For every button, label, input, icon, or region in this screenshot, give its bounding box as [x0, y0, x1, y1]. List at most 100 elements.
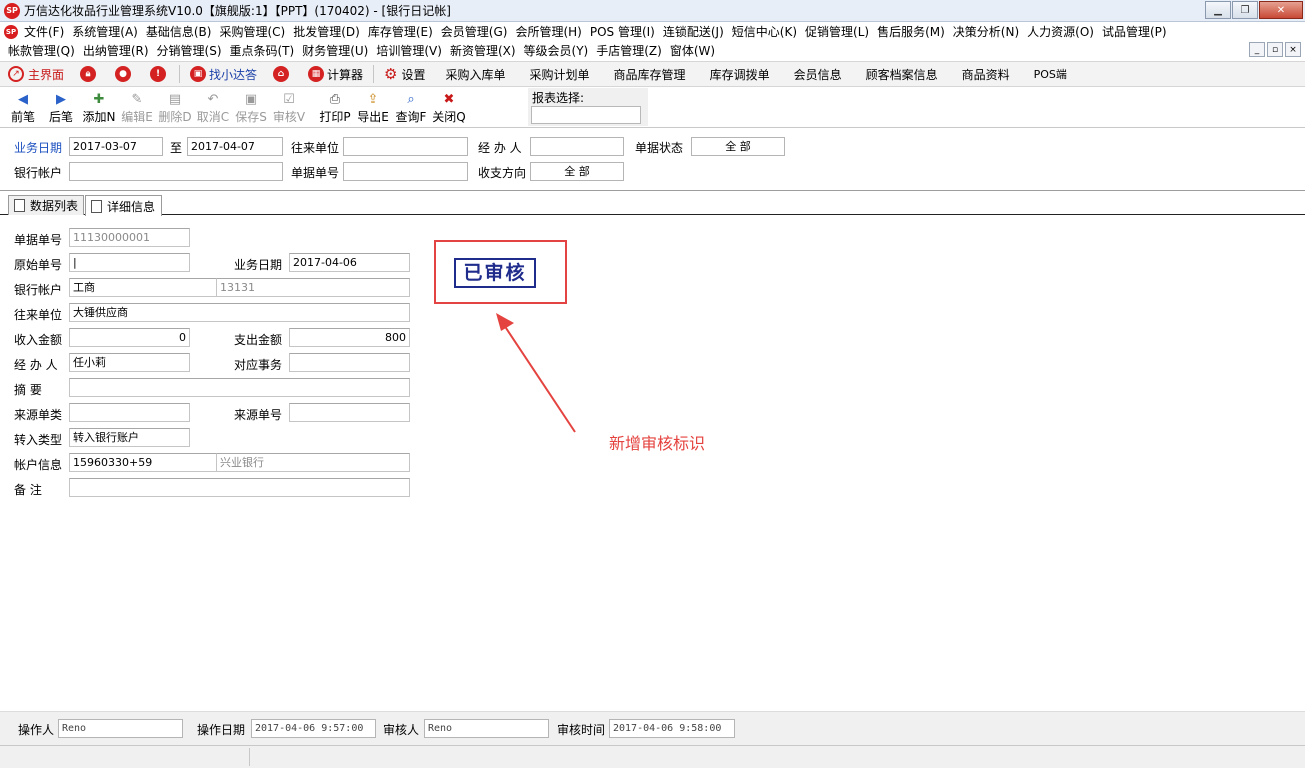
menu-basic-info[interactable]: 基础信息(B) — [142, 23, 216, 40]
save-button[interactable]: ▣ 保存S — [232, 88, 270, 127]
remark-field[interactable] — [69, 478, 410, 497]
menu-pos[interactable]: POS 管理(I) — [586, 23, 659, 40]
link-purchase-plan[interactable]: 采购计划单 — [518, 62, 602, 86]
minimize-button[interactable]: ▁ — [1205, 1, 1231, 19]
report-selector: 报表选择: — [528, 88, 648, 126]
menu-hr[interactable]: 人力资源(O) — [1023, 23, 1098, 40]
original-no-field[interactable]: | — [69, 253, 190, 272]
menu-aftersale[interactable]: 售后服务(M) — [873, 23, 949, 40]
prev-record-button[interactable]: ◀ 前笔 — [4, 88, 42, 127]
find-assistant-button[interactable]: ▣ 找小达答 — [182, 62, 265, 86]
menu-decision[interactable]: 决策分析(N) — [949, 23, 1023, 40]
link-pos[interactable]: POS端 — [1022, 62, 1079, 86]
source-type-field[interactable] — [69, 403, 190, 422]
link-stock-manage[interactable]: 商品库存管理 — [602, 62, 698, 86]
transfer-type-field[interactable]: 转入银行账户 — [69, 428, 190, 447]
source-no-field[interactable] — [289, 403, 410, 422]
account-no-field[interactable]: 15960330+59 — [69, 453, 217, 472]
bank-account-field[interactable]: 工商 — [69, 278, 217, 297]
menu-distribution[interactable]: 分销管理(S) — [153, 42, 226, 59]
settings-button[interactable]: ⚙ 设置 — [376, 62, 433, 86]
menu-salary[interactable]: 新资管理(X) — [446, 42, 520, 59]
lock-button[interactable]: 🔒︎ — [72, 62, 107, 86]
menu-accounts[interactable]: 帐款管理(Q) — [0, 42, 79, 59]
expense-label: 支出金额 — [234, 333, 283, 347]
menu-chain[interactable]: 连锁配送(J) — [659, 23, 728, 40]
operator-field[interactable]: Reno — [58, 719, 183, 738]
export-button[interactable]: ⇪ 导出E — [354, 88, 392, 127]
filter-partner-input[interactable] — [343, 137, 468, 156]
link-member-info[interactable]: 会员信息 — [782, 62, 854, 86]
link-customer-archive[interactable]: 顾客档案信息 — [854, 62, 950, 86]
edit-button[interactable]: ✎ 编辑E — [118, 88, 156, 127]
help-button[interactable]: ! — [142, 62, 177, 86]
mdi-close-button[interactable]: × — [1285, 42, 1301, 57]
detail-document-icon — [91, 199, 102, 213]
docno-field[interactable]: 11130000001 — [69, 228, 190, 247]
expense-field[interactable]: 800 — [289, 328, 410, 347]
filter-docno-input[interactable] — [343, 162, 468, 181]
menu-cashier[interactable]: 出纳管理(R) — [79, 42, 153, 59]
operate-date-field[interactable]: 2017-04-06 9:57:00 — [251, 719, 376, 738]
close-form-button[interactable]: ✖ 关闭Q — [430, 88, 468, 127]
mdi-restore-button[interactable]: ▫ — [1267, 42, 1283, 57]
query-button[interactable]: ⌕ 查询F — [392, 88, 430, 127]
income-field[interactable]: 0 — [69, 328, 190, 347]
menu-purchase[interactable]: 采购管理(C) — [215, 23, 289, 40]
audit-time-field[interactable]: 2017-04-06 9:58:00 — [609, 719, 735, 738]
desktop-button[interactable]: ⌂ — [265, 62, 300, 86]
menu-barcode[interactable]: 重点条码(T) — [226, 42, 299, 59]
bank-account-no-field[interactable]: 13131 — [216, 278, 410, 297]
maximize-button[interactable]: ❐ — [1232, 1, 1258, 19]
add-button[interactable]: ✚ 添加N — [80, 88, 118, 127]
filter-docno-label: 单据单号 — [291, 166, 340, 180]
home-button[interactable]: ↗ 主界面 — [0, 62, 72, 86]
bizdate-field[interactable]: 2017-04-06 — [289, 253, 410, 272]
filter-status-select[interactable]: 全 部 — [691, 137, 785, 156]
chat-button[interactable]: ● — [107, 62, 142, 86]
menu-store[interactable]: 手店管理(Z) — [592, 42, 666, 59]
menu-sms[interactable]: 短信中心(K) — [728, 23, 801, 40]
cancel-button[interactable]: ↶ 取消C — [194, 88, 232, 127]
filter-direction-select[interactable]: 全 部 — [530, 162, 624, 181]
menu-training[interactable]: 培训管理(V) — [372, 42, 446, 59]
date-to-input[interactable]: 2017-04-07 — [187, 137, 283, 156]
filter-bank-input[interactable] — [69, 162, 283, 181]
menu-finance[interactable]: 财务管理(U) — [298, 42, 372, 59]
calculator-label: 计算器 — [327, 67, 364, 82]
report-select-input[interactable] — [531, 106, 641, 124]
account-bank-field[interactable]: 兴业银行 — [216, 453, 410, 472]
tab-data-list[interactable]: 数据列表 — [8, 195, 84, 215]
date-from-input[interactable]: 2017-03-07 — [69, 137, 163, 156]
link-product-data[interactable]: 商品资料 — [950, 62, 1022, 86]
menu-wholesale[interactable]: 批发管理(D) — [289, 23, 364, 40]
audit-button[interactable]: ☑ 审核V — [270, 88, 308, 127]
link-purchase-inbound[interactable]: 采购入库单 — [434, 62, 518, 86]
summary-field[interactable] — [69, 378, 410, 397]
menu-promotion[interactable]: 促销管理(L) — [801, 23, 873, 40]
menu-club[interactable]: 会所管理(H) — [511, 23, 585, 40]
tab-detail-info[interactable]: 详细信息 — [85, 195, 162, 216]
menu-level-member[interactable]: 等级会员(Y) — [520, 42, 593, 59]
auditor-field[interactable]: Reno — [424, 719, 549, 738]
menu-member[interactable]: 会员管理(G) — [437, 23, 512, 40]
menu-trial[interactable]: 试品管理(P) — [1098, 23, 1171, 40]
close-window-button[interactable]: ✕ — [1259, 1, 1303, 19]
menu-inventory[interactable]: 库存管理(E) — [364, 23, 437, 40]
delete-button[interactable]: ▤ 删除D — [156, 88, 194, 127]
menu-file[interactable]: 文件(F) — [20, 23, 68, 40]
next-record-button[interactable]: ▶ 后笔 — [42, 88, 80, 127]
calculator-button[interactable]: ▦ 计算器 — [300, 62, 371, 86]
menu-system[interactable]: 系统管理(A) — [68, 23, 142, 40]
filter-handler-input[interactable] — [530, 137, 624, 156]
system-menu-icon[interactable]: SP — [4, 24, 18, 39]
mdi-minimize-button[interactable]: _ — [1249, 42, 1265, 57]
report-select-label: 报表选择: — [532, 91, 585, 105]
menu-window[interactable]: 窗体(W) — [666, 42, 719, 59]
handler-field[interactable]: 任小莉 — [69, 353, 190, 372]
link-stock-transfer[interactable]: 库存调拨单 — [698, 62, 782, 86]
matter-field[interactable] — [289, 353, 410, 372]
print-button[interactable]: ⎙ 打印P — [316, 88, 354, 127]
save-icon: ▣ — [244, 92, 258, 107]
partner-field[interactable]: 大锤供应商 — [69, 303, 410, 322]
